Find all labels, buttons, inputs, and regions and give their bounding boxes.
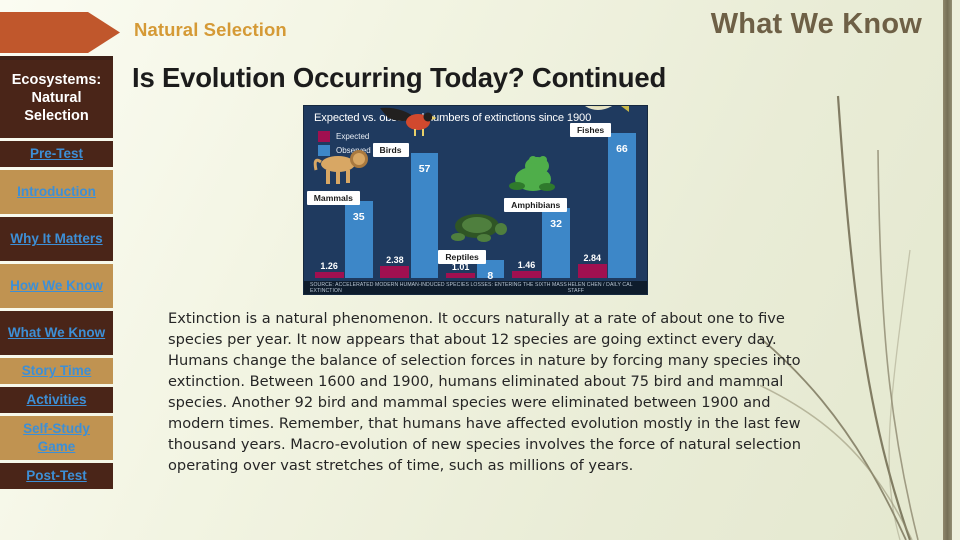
bar-observed: 35 — [344, 201, 373, 278]
sidebar-item-what-we-know[interactable]: What We Know — [0, 311, 113, 355]
reptiles-illustration-icon — [444, 211, 510, 250]
chart-bar-group: 1.01 8 Reptiles — [438, 126, 510, 282]
right-edge-margin — [952, 0, 960, 540]
bar-value-observed: 66 — [616, 143, 628, 155]
sidebar-item-introduction[interactable]: Introduction — [0, 170, 113, 214]
birds-illustration-icon — [378, 106, 437, 143]
sidebar-item-story-time[interactable]: Story Time — [0, 358, 113, 384]
chart-category-label: Fishes — [569, 123, 612, 137]
chart-category-label: Birds — [372, 143, 409, 157]
chevron-banner-icon — [0, 12, 120, 53]
bar-value-expected: 1.46 — [517, 260, 536, 270]
chart-category-label: Mammals — [306, 191, 360, 205]
bar-expected: 1.46 — [512, 260, 541, 278]
bar-value-observed: 32 — [550, 218, 562, 230]
sidebar-item-activities[interactable]: Activities — [0, 387, 113, 413]
section-title: What We Know — [710, 8, 922, 40]
chart-bar-group: 2.84 66 Fishes — [569, 106, 641, 278]
bar-observed: 66 — [608, 133, 636, 278]
bar-observed: 32 — [542, 208, 570, 278]
chart-bar-group: 2.38 57 Birds — [372, 107, 444, 278]
bar-value-expected: 2.84 — [583, 253, 602, 263]
sidebar-item-self-study-game[interactable]: Self-Study Game — [0, 416, 113, 460]
chart-bar-group: 1.26 35 Mammals — [306, 126, 378, 278]
sidebar-item-pre-test[interactable]: Pre-Test — [0, 141, 113, 167]
bar-expected: 2.84 — [577, 253, 607, 278]
chart-category-label: Reptiles — [438, 250, 486, 264]
bar-expected: 1.01 — [446, 262, 476, 278]
amphibians-illustration-icon — [509, 153, 557, 198]
sidebar-item-why-it-matters[interactable]: Why It Matters — [0, 217, 113, 261]
breadcrumb: Natural Selection — [134, 19, 287, 40]
sidebar-navigation[interactable]: Ecosystems: Natural Selection Pre-Test Int… — [0, 60, 113, 540]
bar-value-observed: 35 — [352, 211, 365, 223]
slide-canvas: Natural Selection What We Know Ecosystem… — [0, 0, 960, 540]
chart-category-label: Amphibians — [504, 198, 568, 212]
page-title: Is Evolution Occurring Today? Continued — [132, 62, 667, 93]
sidebar-title: Ecosystems: Natural Selection — [0, 60, 113, 138]
bar-expected: 2.38 — [380, 255, 410, 278]
bar-value-expected: 2.38 — [386, 255, 404, 265]
body-paragraph: Extinction is a natural phenomenon. It o… — [168, 310, 801, 474]
fishes-illustration-icon — [575, 106, 633, 123]
extinction-chart: Expected vs. observed numbers of extinct… — [303, 105, 648, 295]
chart-title: Expected vs. observed numbers of extinct… — [314, 112, 592, 124]
chart-credit-text: HELEN CHEN / DAILY CAL STAFF — [567, 281, 633, 294]
bar-expected: 1.26 — [314, 261, 344, 278]
chart-source-caption: SOURCE: ACCELERATED MODERN HUMAN-INDUCED… — [304, 281, 647, 294]
sidebar-item-post-test[interactable]: Post-Test — [0, 463, 113, 489]
bar-observed: 57 — [410, 153, 439, 278]
sidebar-item-how-we-know[interactable]: How We Know — [0, 264, 113, 308]
chart-source-text: SOURCE: ACCELERATED MODERN HUMAN-INDUCED… — [310, 281, 567, 294]
chart-bar-group: 1.46 32 Amphibians — [504, 126, 575, 278]
bar-value-expected: 1.26 — [320, 261, 338, 271]
right-edge-stripe — [943, 0, 952, 540]
mammals-illustration-icon — [312, 146, 374, 191]
bar-value-observed: 57 — [418, 163, 431, 175]
chart-plot-area: 1.26 35 Mammals 2.38 57 Birds 1.01 8 Reptiles 1.4… — [306, 106, 641, 282]
